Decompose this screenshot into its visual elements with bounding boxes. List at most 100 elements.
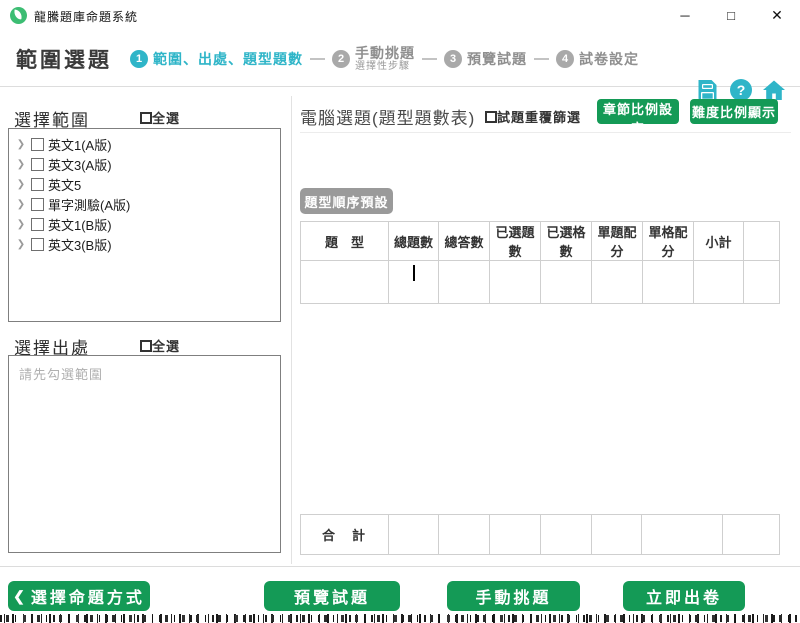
question-type-table: 題 型 總題數 總答數 已選題數 已選格數 單題配分 單格配分 小計 <box>300 221 780 304</box>
step-4-badge: 4 <box>556 50 574 68</box>
tree-checkbox[interactable] <box>31 178 44 191</box>
cell-points-per-question[interactable] <box>592 261 643 304</box>
col-points-per-blank: 單格配分 <box>643 222 694 261</box>
total-cell <box>439 515 490 555</box>
minimize-button[interactable]: ─ <box>662 0 708 30</box>
col-total-questions: 總題數 <box>389 222 439 261</box>
step-separator <box>310 58 325 60</box>
cell-question-type[interactable] <box>301 261 389 304</box>
preview-questions-button[interactable]: 預覽試題 <box>264 581 400 611</box>
col-selected-questions: 已選題數 <box>490 222 541 261</box>
tree-checkbox[interactable] <box>31 198 44 211</box>
range-select-all[interactable]: 全選 <box>140 108 180 127</box>
chevron-right-icon[interactable]: ❯ <box>15 179 27 190</box>
step-1-label: 範圍、出處、題型題數 <box>153 49 303 69</box>
table-row <box>301 261 780 304</box>
back-button-label: 選擇命題方式 <box>31 584 145 608</box>
chevron-right-icon[interactable]: ❯ <box>15 139 27 150</box>
step-4-label: 試卷設定 <box>579 49 639 69</box>
table-header-row: 題 型 總題數 總答數 已選題數 已選格數 單題配分 單格配分 小計 <box>301 222 780 261</box>
total-cell <box>642 515 723 555</box>
total-label: 合 計 <box>301 515 389 555</box>
generate-paper-button[interactable]: 立即出卷 <box>623 581 745 611</box>
tree-item-book3[interactable]: ❯ 英文5 <box>9 174 280 194</box>
window-titlebar: 龍騰題庫命題系統 ─ □ ✕ <box>0 0 800 30</box>
tree-checkbox[interactable] <box>31 158 44 171</box>
chevron-right-icon[interactable]: ❯ <box>15 199 27 210</box>
app-window: 龍騰題庫命題系統 ─ □ ✕ 範圍選題 1 範圍、出處、題型題數 2 手動挑題 … <box>0 0 800 623</box>
choose-method-back-button[interactable]: ❮ 選擇命題方式 <box>8 581 150 611</box>
tree-checkbox[interactable] <box>31 238 44 251</box>
total-cell <box>541 515 592 555</box>
step-3-preview[interactable]: 3 預覽試題 <box>444 49 527 69</box>
step-4-paper-settings[interactable]: 4 試卷設定 <box>556 49 639 69</box>
svg-text:?: ? <box>737 82 746 98</box>
col-selected-blanks: 已選格數 <box>541 222 592 261</box>
tree-item-book4[interactable]: ❯ 單字測驗(A版) <box>9 194 280 214</box>
tree-item-book2[interactable]: ❯ 英文3(A版) <box>9 154 280 174</box>
type-order-preset-button[interactable]: 題型順序預設 <box>300 188 393 214</box>
computer-selection-title: 電腦選題(題型題數表) <box>300 104 475 129</box>
tree-checkbox[interactable] <box>31 138 44 151</box>
chevron-right-icon[interactable]: ❯ <box>15 239 27 250</box>
step-2-badge: 2 <box>332 50 350 68</box>
cell-extra <box>744 261 780 304</box>
chevron-right-icon[interactable]: ❯ <box>15 159 27 170</box>
tree-item-label: 英文5 <box>48 175 81 194</box>
source-select-all[interactable]: 全選 <box>140 336 180 355</box>
range-select-all-checkbox[interactable] <box>140 112 152 124</box>
step-2-sublabel: 選擇性步驟 <box>355 61 415 73</box>
step-1-badge: 1 <box>130 50 148 68</box>
total-cell <box>592 515 642 555</box>
tree-item-book5[interactable]: ❯ 英文1(B版) <box>9 214 280 234</box>
total-row: 合 計 <box>301 515 780 555</box>
source-select-all-label: 全選 <box>152 339 180 354</box>
cell-total-answers[interactable] <box>439 261 490 304</box>
duplicate-filter-checkbox[interactable] <box>485 111 497 123</box>
cell-selected-blanks[interactable] <box>541 261 592 304</box>
cell-total-questions[interactable] <box>389 261 439 304</box>
total-cell <box>490 515 541 555</box>
tree-checkbox[interactable] <box>31 218 44 231</box>
difficulty-ratio-button[interactable]: 難度比例顯示 <box>690 99 778 124</box>
cell-selected-questions[interactable] <box>490 261 541 304</box>
tree-item-label: 英文1(B版) <box>48 215 112 234</box>
source-placeholder: 請先勾選範圍 <box>9 356 280 391</box>
duplicate-filter[interactable]: 試題重覆篩選 <box>485 107 581 126</box>
col-subtotal: 小計 <box>694 222 744 261</box>
window-title: 龍騰題庫命題系統 <box>34 8 138 25</box>
clipped-text-strip <box>0 613 800 623</box>
total-row-table: 合 計 <box>300 514 780 555</box>
step-1-range[interactable]: 1 範圍、出處、題型題數 <box>130 49 303 69</box>
cell-points-per-blank[interactable] <box>643 261 694 304</box>
tree-item-book6[interactable]: ❯ 英文3(B版) <box>9 234 280 254</box>
step-2-label: 手動挑題 <box>355 45 415 61</box>
chapter-ratio-button[interactable]: 章節比例設定 <box>597 99 679 124</box>
step-2-manual-pick[interactable]: 2 手動挑題 選擇性步驟 <box>332 45 415 73</box>
text-cursor <box>413 265 415 281</box>
step-separator <box>534 58 549 60</box>
page-header: 範圍選題 1 範圍、出處、題型題數 2 手動挑題 選擇性步驟 3 預覽試題 <box>0 30 800 87</box>
window-controls: ─ □ ✕ <box>662 0 800 30</box>
tree-item-label: 單字測驗(A版) <box>48 195 130 214</box>
col-extra <box>744 222 780 261</box>
maximize-button[interactable]: □ <box>708 0 754 30</box>
app-logo-icon <box>10 7 27 24</box>
close-button[interactable]: ✕ <box>754 0 800 30</box>
tree-item-label: 英文1(A版) <box>48 135 112 154</box>
col-points-per-question: 單題配分 <box>592 222 643 261</box>
wizard-steps: 1 範圍、出處、題型題數 2 手動挑題 選擇性步驟 3 預覽試題 4 試卷設定 <box>130 30 639 87</box>
total-cell <box>389 515 439 555</box>
col-total-answers: 總答數 <box>439 222 490 261</box>
total-cell <box>723 515 780 555</box>
manual-pick-button[interactable]: 手動挑題 <box>447 581 580 611</box>
tree-item-label: 英文3(A版) <box>48 155 112 174</box>
source-select-all-checkbox[interactable] <box>140 340 152 352</box>
chevron-right-icon[interactable]: ❯ <box>15 219 27 230</box>
tree-item-book1[interactable]: ❯ 英文1(A版) <box>9 134 280 154</box>
range-select-all-label: 全選 <box>152 111 180 126</box>
source-list: 請先勾選範圍 <box>8 355 281 553</box>
col-question-type: 題 型 <box>301 222 389 261</box>
page-title: 範圍選題 <box>16 44 112 74</box>
cell-subtotal <box>694 261 744 304</box>
